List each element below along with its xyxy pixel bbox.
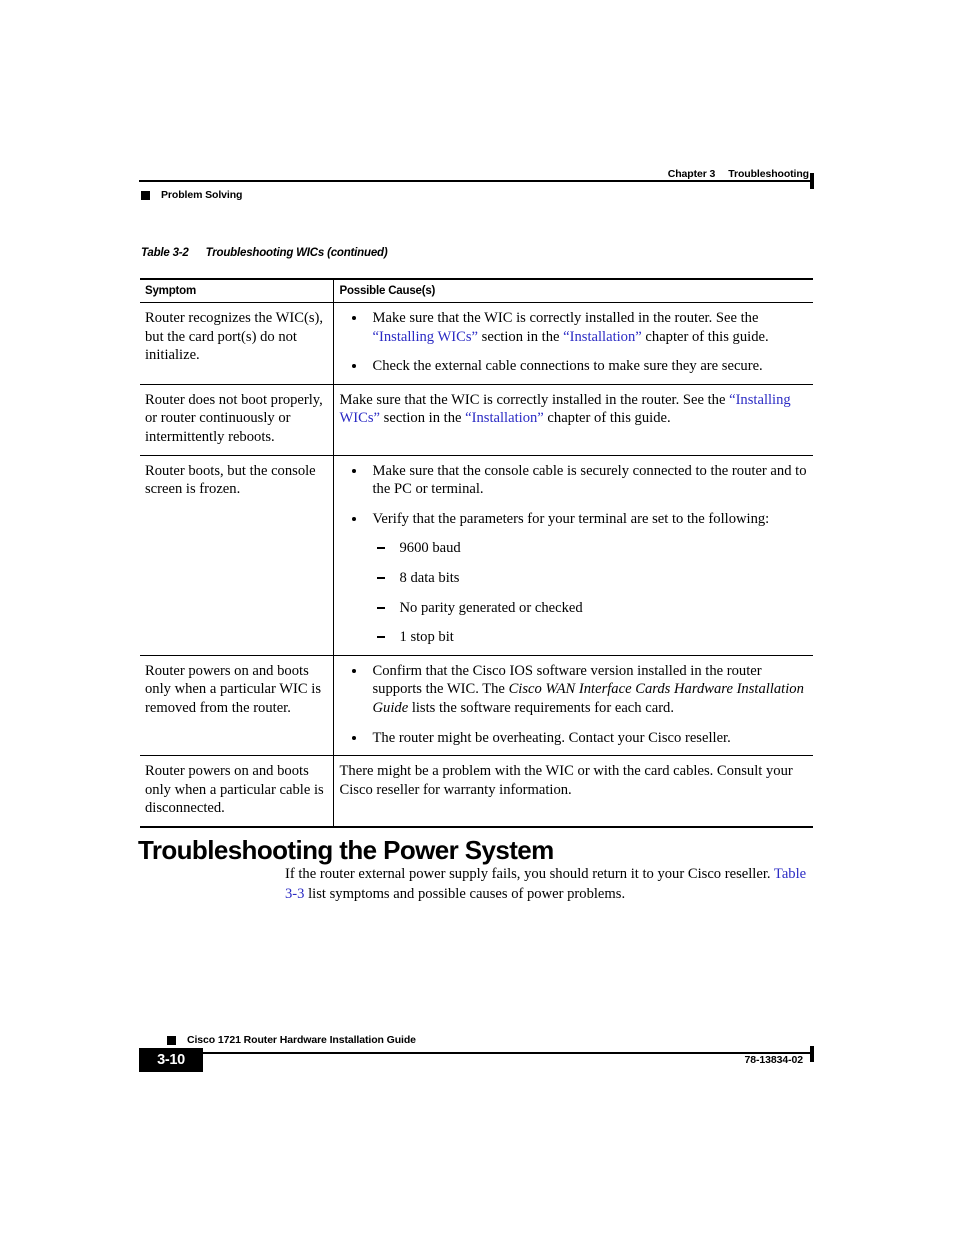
header-chapter-text: Chapter 3 Troubleshooting bbox=[668, 168, 809, 180]
cross-reference-link[interactable]: “Installing WICs” bbox=[373, 329, 479, 345]
text-run: Make sure that the console cable is secu… bbox=[372, 462, 807, 498]
cell-symptom: Router does not boot properly, or router… bbox=[140, 384, 333, 456]
table-row: Router powers on and boots only when a p… bbox=[140, 755, 813, 828]
cause-bullet-list: Make sure that the WIC is correctly inst… bbox=[340, 309, 810, 376]
terminal-parameter-item: 1 stop bit bbox=[373, 628, 808, 647]
text-run: chapter of this guide. bbox=[641, 328, 769, 345]
text-run: lists the software requirements for each… bbox=[408, 699, 674, 716]
text-run: chapter of this guide. bbox=[543, 410, 671, 427]
table-header: Symptom Possible Cause(s) bbox=[140, 278, 813, 303]
cause-bullet-item: Verify that the parameters for your term… bbox=[340, 510, 810, 647]
text-run: list symptoms and possible causes of pow… bbox=[304, 885, 626, 902]
bullet-text: Confirm that the Cisco IOS software vers… bbox=[373, 663, 804, 716]
cross-reference-link[interactable]: “Installation” bbox=[465, 410, 544, 426]
terminal-parameter-text: 9600 baud bbox=[399, 540, 461, 557]
header-rule-end-cap-icon bbox=[810, 173, 814, 189]
bullet-dot-icon bbox=[351, 468, 356, 473]
page-title: Troubleshooting the Power System bbox=[138, 835, 554, 866]
bullet-dot-icon bbox=[351, 316, 356, 320]
header-chapter-row: Chapter 3 Troubleshooting bbox=[139, 164, 813, 180]
terminal-parameter-text: 8 data bits bbox=[399, 569, 460, 586]
table-caption-title: Troubleshooting WICs (continued) bbox=[205, 247, 388, 259]
table-row: Router recognizes the WIC(s), but the ca… bbox=[140, 302, 813, 385]
terminal-parameter-text: 1 stop bit bbox=[399, 629, 454, 646]
table-body: Router recognizes the WIC(s), but the ca… bbox=[140, 302, 813, 828]
header-section-row: Problem Solving bbox=[139, 182, 813, 204]
cause-bullet-list: Make sure that the console cable is secu… bbox=[340, 462, 810, 647]
cause-bullet-item: The router might be overheating. Contact… bbox=[340, 729, 810, 748]
table-caption: Table 3-2 Troubleshooting WICs (continued… bbox=[141, 247, 388, 259]
text-run: Make sure that the WIC is correctly inst… bbox=[339, 391, 730, 408]
cause-bullet-item: Confirm that the Cisco IOS software vers… bbox=[340, 662, 810, 718]
terminal-parameter-text: No parity generated or checked bbox=[399, 599, 583, 616]
cause-bullet-item: Make sure that the console cable is secu… bbox=[340, 462, 810, 499]
text-run: Check the external cable connections to … bbox=[372, 358, 763, 375]
cell-symptom: Router recognizes the WIC(s), but the ca… bbox=[140, 302, 333, 385]
text-run: The router might be overheating. Contact… bbox=[372, 729, 731, 746]
cell-possible-causes: Make sure that the console cable is secu… bbox=[332, 455, 813, 656]
section-paragraph: If the router external power supply fail… bbox=[285, 865, 815, 904]
dash-bullet-icon bbox=[376, 606, 385, 609]
cell-possible-causes: Make sure that the WIC is correctly inst… bbox=[332, 302, 813, 385]
dash-bullet-icon bbox=[376, 576, 385, 579]
header-section-label: Problem Solving bbox=[161, 189, 243, 201]
text-run: section in the bbox=[380, 410, 466, 427]
bullet-dot-icon bbox=[351, 516, 356, 521]
table-caption-number: Table 3-2 bbox=[141, 247, 189, 259]
bullet-text: Verify that the parameters for your term… bbox=[373, 511, 770, 527]
bullet-text: Make sure that the console cable is secu… bbox=[373, 463, 807, 498]
page-header: Chapter 3 Troubleshooting Problem Solving bbox=[139, 164, 814, 204]
text-run: If the router external power supply fail… bbox=[285, 866, 774, 882]
cause-bullet-list: Confirm that the Cisco IOS software vers… bbox=[340, 662, 810, 747]
bullet-text: The router might be overheating. Contact… bbox=[373, 730, 731, 746]
bullet-text: Check the external cable connections to … bbox=[373, 358, 763, 374]
bullet-text: Make sure that the WIC is correctly inst… bbox=[373, 310, 769, 345]
cell-possible-causes: Make sure that the WIC is correctly inst… bbox=[332, 384, 813, 456]
document-page: Chapter 3 Troubleshooting Problem Solving… bbox=[0, 0, 954, 1235]
table-row: Router does not boot properly, or router… bbox=[140, 384, 813, 456]
cause-bullet-item: Make sure that the WIC is correctly inst… bbox=[340, 309, 810, 346]
bullet-dot-icon bbox=[351, 668, 356, 673]
footer-guide-title: Cisco 1721 Router Hardware Installation … bbox=[187, 1034, 416, 1046]
footer-square-bullet-icon bbox=[167, 1035, 176, 1045]
column-header-possible-causes: Possible Cause(s) bbox=[332, 278, 813, 303]
cause-bullet-item: Check the external cable connections to … bbox=[340, 357, 810, 376]
cell-symptom: Router powers on and boots only when a p… bbox=[140, 655, 333, 757]
cell-possible-causes: Confirm that the Cisco IOS software vers… bbox=[332, 655, 813, 757]
terminal-parameter-list: 9600 baud 8 data bits No parity generated … bbox=[373, 539, 808, 646]
troubleshooting-wics-table: Symptom Possible Cause(s) Router recogni… bbox=[140, 278, 813, 828]
cell-symptom: Router powers on and boots only when a p… bbox=[140, 755, 333, 828]
terminal-parameter-item: No parity generated or checked bbox=[373, 599, 808, 618]
footer-rule-end-cap-icon bbox=[810, 1046, 814, 1062]
footer-document-number: 78-13834-02 bbox=[744, 1054, 804, 1066]
terminal-parameter-item: 8 data bits bbox=[373, 569, 808, 588]
table-header-row: Symptom Possible Cause(s) bbox=[140, 278, 813, 303]
dash-bullet-icon bbox=[376, 636, 385, 639]
page-footer: Cisco 1721 Router Hardware Installation … bbox=[139, 1032, 814, 1078]
cause-paragraph: There might be a problem with the WIC or… bbox=[340, 762, 810, 799]
cell-possible-causes: There might be a problem with the WIC or… bbox=[332, 755, 813, 828]
header-rule bbox=[139, 173, 814, 189]
header-square-bullet-icon bbox=[141, 190, 150, 200]
text-run: Make sure that the WIC is correctly inst… bbox=[372, 310, 759, 326]
cause-paragraph: Make sure that the WIC is correctly inst… bbox=[340, 391, 810, 428]
bullet-dot-icon bbox=[351, 364, 356, 369]
dash-bullet-icon bbox=[376, 547, 385, 550]
table-row: Router powers on and boots only when a p… bbox=[140, 655, 813, 757]
header-chapter-title: Troubleshooting bbox=[728, 168, 809, 180]
table-row: Router boots, but the console screen is … bbox=[140, 455, 813, 656]
header-chapter-label: Chapter 3 bbox=[667, 168, 716, 180]
bullet-dot-icon bbox=[351, 735, 356, 740]
cell-symptom: Router boots, but the console screen is … bbox=[140, 455, 333, 656]
column-header-symptom: Symptom bbox=[140, 278, 333, 303]
text-run: Verify that the parameters for your term… bbox=[372, 510, 770, 527]
cross-reference-link[interactable]: “Installation” bbox=[563, 329, 642, 345]
page-number-badge: 3-10 bbox=[139, 1048, 203, 1072]
footer-rule bbox=[139, 1046, 814, 1062]
footer-guide-row: Cisco 1721 Router Hardware Installation … bbox=[139, 1032, 416, 1048]
text-run: There might be a problem with the WIC or… bbox=[339, 763, 793, 798]
text-run: section in the bbox=[478, 328, 564, 345]
terminal-parameter-item: 9600 baud bbox=[373, 539, 808, 558]
